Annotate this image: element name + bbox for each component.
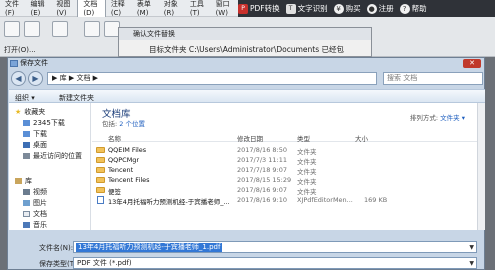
ocr-button[interactable]: T 文字识别 — [285, 3, 328, 14]
command-bar: 组织 ▾ 新建文件夹 — [9, 89, 485, 103]
undo-tool-icon[interactable] — [84, 21, 100, 37]
file-row[interactable]: Tencent Files 2017/8/15 15:29 文件夹 — [92, 175, 477, 186]
column-header-row: 名称 修改日期 类型 大小 — [92, 131, 477, 143]
recent-icon — [23, 153, 30, 159]
column-header-date[interactable]: 修改日期 — [237, 133, 263, 143]
filetype-row: 保存类型(T): PDF 文件 (*.pdf) ▼ — [9, 257, 485, 269]
filename-value: 13年4月托福听力预测机经-于宾播老师_1.pdf — [76, 243, 223, 252]
confirm-dialog-message: 目标文件夹 C:\Users\Administrator\Documents 已… — [149, 45, 345, 54]
save-dialog-icon — [10, 60, 18, 67]
save-dialog-titlebar: 保存文件 — [8, 58, 484, 69]
file-row[interactable]: 13年4月托福听力预测机经-于宾播老师_... 2017/8/16 9:10 XJP… — [92, 195, 477, 206]
help-button[interactable]: ? 帮助 — [399, 3, 427, 14]
library-subtitle: 包括: 2 个位置 — [102, 120, 145, 128]
file-list-pane: 文档库 包括: 2 个位置 排列方式: 文件夹 ▾ 名称 修改日期 类型 大小 … — [92, 103, 477, 230]
file-row[interactable]: 便签 2017/8/16 9:07 文件夹 — [92, 185, 477, 196]
new-folder-button[interactable]: 新建文件夹 — [59, 93, 94, 103]
star-icon: ★ — [15, 108, 22, 116]
menu-edit[interactable]: 编辑(E) — [26, 0, 52, 17]
filename-label: 文件名(N): — [39, 244, 74, 252]
column-header-size[interactable]: 大小 — [355, 133, 368, 143]
pdf-convert-icon: P — [238, 3, 248, 14]
menu-view[interactable]: 视图(V) — [51, 0, 77, 17]
filename-input[interactable]: 13年4月托福听力预测机经-于宾播老师_1.pdf ▼ — [73, 241, 477, 253]
print-tool-icon[interactable] — [52, 21, 68, 37]
nav-item-recent[interactable]: 最近访问的位置 — [23, 151, 82, 161]
menu-window[interactable]: 窗口(W) — [211, 0, 238, 17]
folder-icon — [96, 167, 105, 173]
search-input[interactable]: 搜索 文档 — [383, 72, 483, 85]
nav-favorites-header[interactable]: ★ 收藏夹 — [15, 107, 45, 117]
folder-icon — [96, 147, 105, 153]
forward-arrow-icon[interactable]: ▶ — [28, 71, 43, 86]
music-icon — [23, 222, 30, 228]
arrange-by: 排列方式: 文件夹 ▾ — [409, 114, 465, 122]
menu-strip: 文件(F) 编辑(E) 视图(V) 文档(D) 注释(C) 表单(M) 对象(R… — [0, 0, 238, 18]
vertical-scrollbar[interactable] — [477, 103, 485, 230]
dialog-body: ★ 收藏夹 2345下载 下载 桌面 最近访问的位置 库 视频 图片 文档 音乐 … — [9, 103, 485, 230]
menu-tools[interactable]: 工具(T) — [185, 0, 211, 17]
nav-item-documents[interactable]: 文档 — [23, 209, 47, 219]
file-row[interactable]: Tencent 2017/7/18 9:07 文件夹 — [92, 165, 477, 176]
save-dialog-title: 保存文件 — [20, 59, 48, 67]
save-tool-icon[interactable] — [24, 21, 40, 37]
ocr-icon: T — [285, 3, 296, 14]
register-button[interactable]: ● 注册 — [366, 3, 394, 14]
confirm-replace-dialog: 确认文件替换 目标文件夹 C:\Users\Administrator\Docu… — [118, 27, 372, 57]
column-header-type[interactable]: 类型 — [297, 133, 310, 143]
chevron-down-icon[interactable]: ▼ — [469, 244, 474, 251]
nav-item-downloads[interactable]: 下载 — [23, 129, 47, 139]
open-tool-icon[interactable] — [4, 21, 20, 37]
file-row[interactable]: QQPCMgr 2017/7/3 11:11 文件夹 — [92, 155, 477, 166]
folder-icon — [23, 120, 30, 126]
buy-button[interactable]: ¥ 购买 — [333, 3, 361, 14]
app-top-actions: P PDF转换 T 文字识别 ¥ 购买 ● 注册 ? 帮助 — [238, 0, 427, 17]
filetype-select[interactable]: PDF 文件 (*.pdf) ▼ — [73, 257, 477, 269]
app-menubar: 文件(F) 编辑(E) 视图(V) 文档(D) 注释(C) 表单(M) 对象(R… — [0, 0, 495, 18]
picture-icon — [23, 200, 30, 206]
document-icon — [23, 211, 30, 217]
close-button[interactable]: ✕ — [463, 59, 481, 68]
pdf-file-icon — [97, 196, 104, 204]
folder-icon — [96, 157, 105, 163]
folder-icon — [96, 187, 105, 193]
chevron-down-icon[interactable]: ▼ — [469, 259, 474, 269]
arrange-by-dropdown[interactable]: 文件夹 ▾ — [440, 114, 465, 122]
navigation-pane: ★ 收藏夹 2345下载 下载 桌面 最近访问的位置 库 视频 图片 文档 音乐 — [9, 103, 91, 230]
desktop-icon — [23, 142, 30, 148]
menu-document[interactable]: 文档(D) — [77, 0, 106, 18]
nav-item-2345-downloads[interactable]: 2345下载 — [23, 118, 65, 128]
menu-file[interactable]: 文件(F) — [0, 0, 26, 17]
help-icon: ? — [399, 3, 410, 14]
menu-object[interactable]: 对象(R) — [159, 0, 185, 17]
open-label: 打开(O)... — [4, 46, 36, 54]
organize-button[interactable]: 组织 ▾ — [15, 93, 35, 103]
download-icon — [23, 131, 30, 137]
locations-link[interactable]: 2 个位置 — [119, 120, 145, 128]
nav-item-desktop[interactable]: 桌面 — [23, 140, 47, 150]
filename-row: 文件名(N): 13年4月托福听力预测机经-于宾播老师_1.pdf ▼ — [9, 241, 485, 253]
navigation-row: ◀ ▶ ▶ 库 ▶ 文档 ▶ 搜索 文档 — [11, 71, 483, 87]
nav-item-pictures[interactable]: 图片 — [23, 198, 47, 208]
confirm-dialog-title: 确认文件替换 — [119, 28, 371, 40]
folder-icon — [96, 177, 105, 183]
back-arrow-icon[interactable]: ◀ — [11, 71, 26, 86]
nav-item-music[interactable]: 音乐 — [23, 220, 47, 230]
library-icon — [15, 178, 22, 184]
user-icon: ● — [366, 3, 377, 14]
menu-comment[interactable]: 注释(C) — [106, 0, 132, 17]
menu-form[interactable]: 表单(M) — [132, 0, 159, 17]
file-row[interactable]: QQEIM Files 2017/8/16 8:50 文件夹 — [92, 145, 477, 156]
nav-item-videos[interactable]: 视频 — [23, 187, 47, 197]
pdf-convert-button[interactable]: P PDF转换 — [238, 3, 280, 14]
save-file-dialog: 保存文件 ✕ ◀ ▶ ▶ 库 ▶ 文档 ▶ 搜索 文档 组织 ▾ 新建文件夹 ★… — [7, 57, 485, 270]
address-bar[interactable]: ▶ 库 ▶ 文档 ▶ — [47, 72, 377, 85]
cart-icon: ¥ — [333, 3, 344, 14]
column-header-name[interactable]: 名称 — [108, 133, 121, 143]
nav-library-header[interactable]: 库 — [15, 176, 32, 186]
video-icon — [23, 189, 30, 195]
filetype-value: PDF 文件 (*.pdf) — [77, 259, 132, 267]
